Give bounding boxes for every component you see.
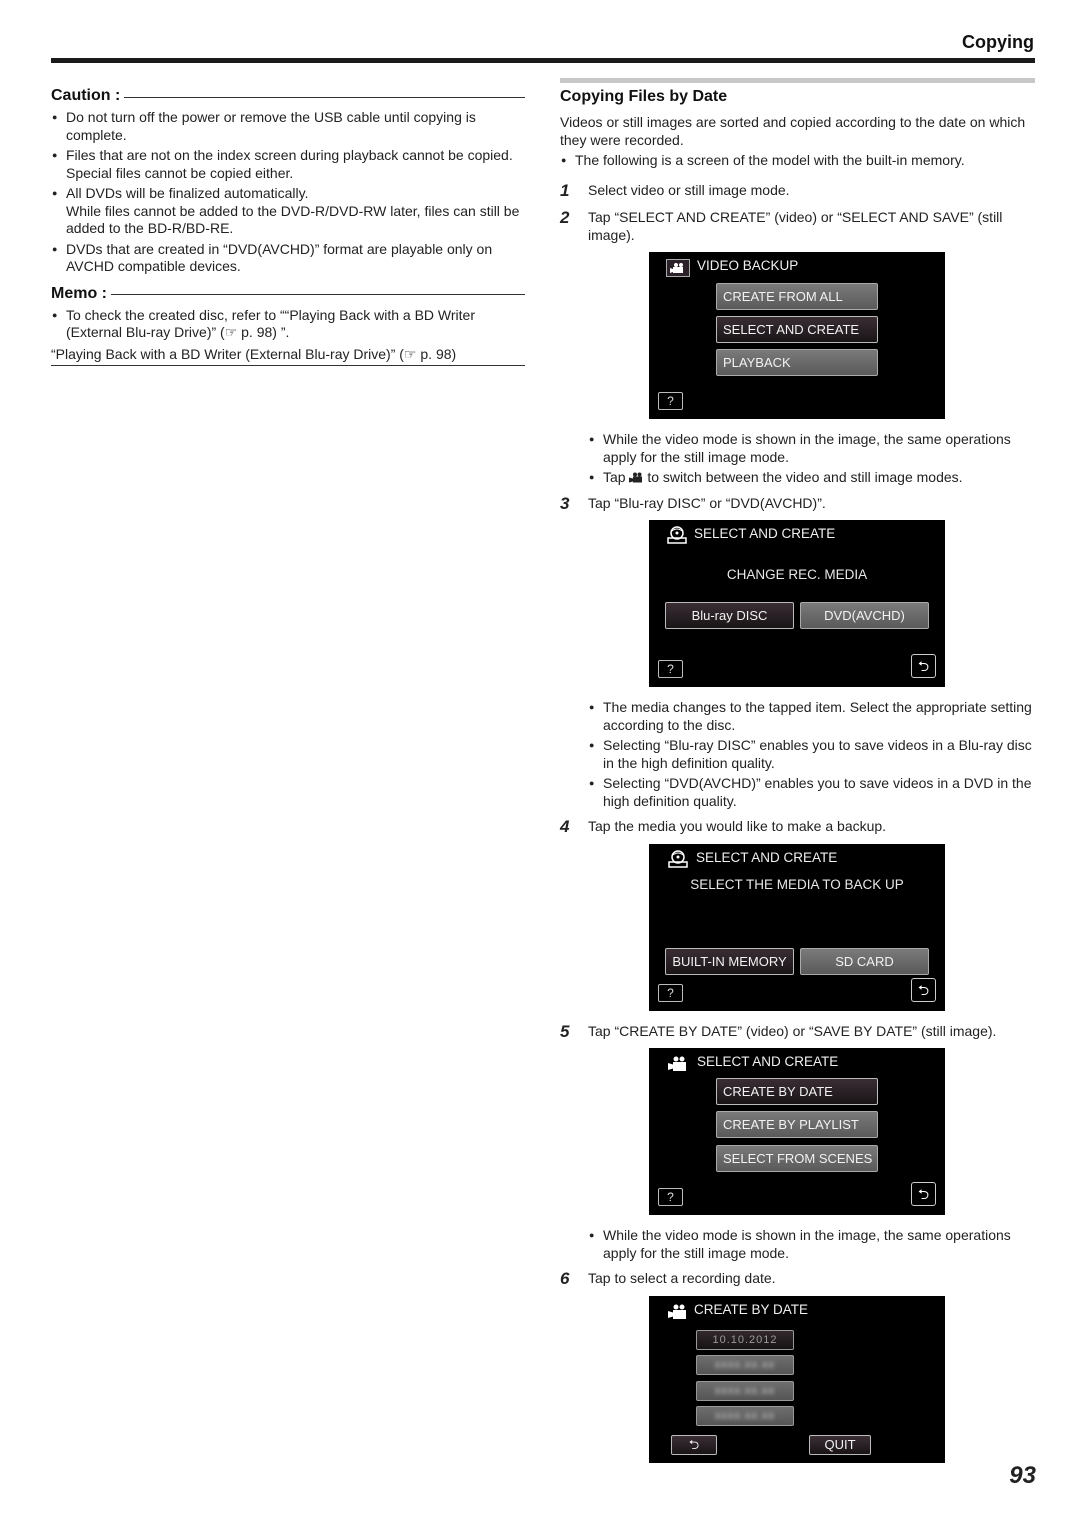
note-tap-text: Tap (603, 469, 626, 485)
note-item: While the video mode is shown in the ima… (588, 1227, 1035, 1262)
section-rule (560, 78, 1035, 83)
step-text: Tap “SELECT AND CREATE” (video) or “SELE… (588, 209, 1003, 243)
step-3: 3 Tap “Blu-ray DISC” or “DVD(AVCHD)”. (560, 493, 1035, 513)
date-button[interactable]: xxxx.xx.xx (696, 1380, 794, 1401)
built-in-memory-button[interactable]: BUILT-IN MEMORY (665, 947, 794, 975)
section-title: Copying Files by Date (560, 88, 728, 105)
dvd-avchd-button[interactable]: DVD(AVCHD) (800, 602, 929, 629)
heading-rule (124, 96, 525, 98)
screen-select-and-create: SELECT AND CREATE CREATE BY DATE CREATE … (649, 1048, 945, 1215)
step-number: 3 (560, 493, 570, 513)
step-number: 5 (560, 1021, 570, 1041)
blu-ray-disc-button[interactable]: Blu-ray DISC (665, 602, 794, 629)
screen-title: VIDEO BACKUP (697, 258, 799, 273)
caution-heading-text: Caution : (51, 87, 121, 105)
screen-change-media: SELECT AND CREATE CHANGE REC. MEDIA Blu-… (649, 520, 945, 687)
intro-bullets: The following is a screen of the model w… (560, 152, 1035, 170)
memo-list: To check the created disc, refer to ““Pl… (51, 307, 525, 342)
select-and-create-button[interactable]: SELECT AND CREATE (716, 316, 878, 343)
step-1: 1 Select video or still image mode. (560, 180, 1035, 200)
step-number: 2 (560, 208, 570, 227)
memo-heading: Memo : (51, 284, 525, 304)
left-column: Caution : Do not turn off the power or r… (51, 86, 525, 366)
right-column: Copying Files by Date Videos or still im… (560, 78, 1035, 1463)
screen-title: SELECT AND CREATE (696, 849, 838, 865)
step-number: 6 (560, 1269, 570, 1288)
step-2-notes: While the video mode is shown in the ima… (588, 431, 1035, 487)
video-mode-icon (668, 1304, 686, 1319)
screen-create-by-date: CREATE BY DATE 10.10.2012 xxxx.xx.xx xxx… (649, 1295, 945, 1463)
caution-item-extra: While files cannot be added to the DVD-R… (66, 202, 520, 237)
step-5: 5 Tap “CREATE BY DATE” (video) or “SAVE … (560, 1021, 1035, 1041)
date-button[interactable]: 10.10.2012 (696, 1329, 794, 1350)
select-from-scenes-button[interactable]: SELECT FROM SCENES (716, 1145, 878, 1172)
step-2: 2 Tap “SELECT AND CREATE” (video) or “SE… (560, 209, 1035, 244)
step-number: 4 (560, 817, 570, 836)
back-button[interactable]: ⮌ (911, 977, 936, 1002)
note-item: Selecting “DVD(AVCHD)” enables you to sa… (588, 775, 1035, 810)
step-text: Tap “CREATE BY DATE” (video) or “SAVE BY… (588, 1022, 997, 1039)
intro-bullet: The following is a screen of the model w… (560, 152, 1035, 170)
screen-title: SELECT AND CREATE (697, 1054, 839, 1069)
disc-drive-icon (668, 849, 688, 868)
back-button[interactable]: ⮌ (911, 654, 936, 678)
note-item: Tap to switch between the video and stil… (588, 469, 1035, 487)
step-4: 4 Tap the media you would like to make a… (560, 818, 1035, 836)
quit-button[interactable]: QUIT (809, 1434, 871, 1455)
screen-label: CHANGE REC. MEDIA (726, 567, 868, 582)
screen-title: SELECT AND CREATE (694, 526, 836, 541)
date-button[interactable]: xxxx.xx.xx (696, 1405, 794, 1426)
screen-video-backup: VIDEO BACKUP CREATE FROM ALL SELECT AND … (649, 252, 945, 419)
video-mode-icon (629, 472, 643, 483)
step-text: Tap to select a recording date. (588, 1270, 776, 1286)
memo-heading-text: Memo : (51, 284, 107, 302)
video-mode-icon[interactable] (666, 1055, 690, 1073)
create-from-all-button[interactable]: CREATE FROM ALL (716, 283, 878, 310)
sd-card-button[interactable]: SD CARD (800, 947, 929, 975)
screen-title: CREATE BY DATE (694, 1301, 809, 1317)
heading-rule (111, 294, 525, 295)
create-by-date-button[interactable]: CREATE BY DATE (716, 1078, 878, 1105)
help-button[interactable]: ? (658, 660, 683, 678)
playback-button[interactable]: PLAYBACK (716, 349, 878, 376)
header-rule (51, 58, 1035, 63)
help-button[interactable]: ? (658, 983, 683, 1002)
step-text: Tap “Blu-ray DISC” or “DVD(AVCHD)”. (588, 494, 826, 511)
caution-heading: Caution : (51, 86, 525, 106)
step-5-notes: While the video mode is shown in the ima… (588, 1227, 1035, 1262)
back-button[interactable]: ⮌ (671, 1434, 717, 1455)
caution-list: Do not turn off the power or remove the … (51, 109, 525, 276)
back-button[interactable]: ⮌ (911, 1182, 936, 1206)
date-button[interactable]: xxxx.xx.xx (696, 1354, 794, 1375)
help-button[interactable]: ? (658, 1188, 683, 1206)
caution-item-text: All DVDs will be finalized automatically… (66, 185, 309, 201)
caution-item: Files that are not on the index screen d… (51, 147, 525, 182)
step-text: Select video or still image mode. (588, 181, 790, 198)
note-item: While the video mode is shown in the ima… (588, 431, 1035, 466)
memo-item: To check the created disc, refer to ““Pl… (51, 307, 525, 342)
step-number: 1 (560, 180, 570, 200)
step-text: Tap the media you would like to make a b… (588, 818, 887, 834)
caution-item: All DVDs will be finalized automatically… (51, 185, 525, 238)
note-text: to switch between the video and still im… (647, 469, 963, 485)
screen-label: SELECT THE MEDIA TO BACK UP (690, 876, 904, 892)
help-button[interactable]: ? (658, 392, 683, 410)
step-3-notes: The media changes to the tapped item. Se… (588, 699, 1035, 810)
chapter-title: Copying (962, 32, 1034, 52)
memo-reference-link[interactable]: “Playing Back with a BD Writer (External… (51, 346, 525, 366)
note-item: Selecting “Blu-ray DISC” enables you to … (588, 737, 1035, 772)
page-number: 93 (1009, 1462, 1036, 1489)
note-item: The media changes to the tapped item. Se… (588, 699, 1035, 734)
screen-select-media: SELECT AND CREATE SELECT THE MEDIA TO BA… (649, 843, 945, 1011)
video-mode-icon[interactable] (666, 259, 690, 277)
disc-drive-icon (667, 526, 687, 544)
caution-item: DVDs that are created in “DVD(AVCHD)” fo… (51, 241, 525, 276)
create-by-playlist-button[interactable]: CREATE BY PLAYLIST (716, 1111, 878, 1138)
intro-text: Videos or still images are sorted and co… (560, 114, 1026, 148)
caution-item: Do not turn off the power or remove the … (51, 109, 525, 144)
step-6: 6 Tap to select a recording date. (560, 1270, 1035, 1288)
